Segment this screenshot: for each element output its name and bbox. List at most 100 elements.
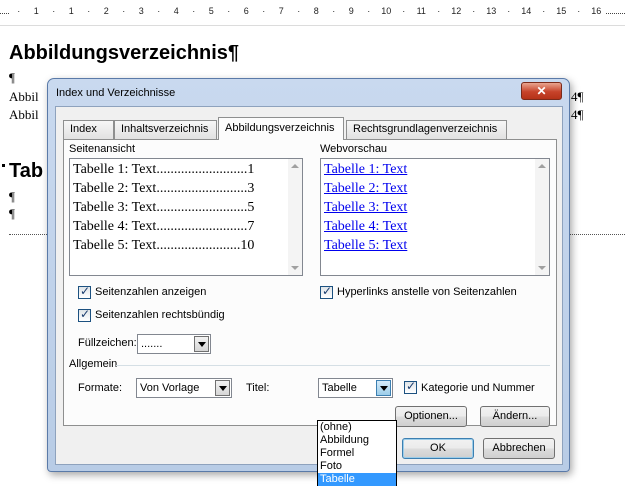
- preview-row-text: Tabelle 5: Text: [73, 238, 157, 253]
- preview-row: Tabelle 2: Text.........................…: [73, 179, 254, 198]
- webvorschau-label: Webvorschau: [320, 143, 388, 155]
- kategorie-nummer-checkbox[interactable]: [404, 379, 417, 394]
- ruler-mark: ·: [80, 6, 98, 16]
- preview-row-dots: ..........................: [156, 200, 248, 215]
- chevron-down-icon[interactable]: [376, 380, 391, 396]
- ruler-mark: 5: [202, 6, 220, 16]
- optionen-button[interactable]: Optionen...: [395, 406, 467, 427]
- paragraph-mark: ¶: [9, 189, 15, 204]
- titel-option[interactable]: Formel: [318, 447, 396, 460]
- ruler-mark: ·: [535, 6, 553, 16]
- allgemein-label: Allgemein: [69, 358, 118, 370]
- tab-index[interactable]: Index: [63, 120, 114, 139]
- fuellzeichen-value: .......: [141, 338, 163, 350]
- horizontal-ruler[interactable]: · 1 · 1 · 2 · 3 · 4 · 5 · 6 · 7 · 8 · 9 · 10 · 11 · 12 · 13 · 14 · 15 · 1…: [0, 0, 625, 26]
- scroll-down-icon[interactable]: [291, 266, 299, 270]
- ruler-mark: 14: [517, 6, 535, 16]
- preview-row-text: Tabelle 2: Text: [73, 181, 157, 196]
- web-preview-list: Tabelle 1: Text Tabelle 2: Text Tabelle 3:…: [324, 160, 407, 255]
- ruler-mark: ·: [465, 6, 483, 16]
- scroll-down-icon[interactable]: [538, 266, 546, 270]
- ruler-mark: 16: [587, 6, 605, 16]
- ruler-mark: ·: [115, 6, 133, 16]
- abbrechen-button[interactable]: Abbrechen: [483, 438, 555, 459]
- preview-row-page: 1: [247, 162, 255, 177]
- ruler-mark: 1: [62, 6, 80, 16]
- tab-inhaltsverzeichnis[interactable]: Inhaltsverzeichnis: [114, 120, 217, 139]
- ruler-mark: 8: [307, 6, 325, 16]
- titel-option[interactable]: Tabelle: [318, 473, 396, 486]
- ok-button[interactable]: OK: [402, 438, 474, 459]
- scroll-up-icon[interactable]: [538, 164, 546, 168]
- preview-row-page: 7: [247, 219, 255, 234]
- hyperlinks-checkbox[interactable]: [320, 284, 333, 299]
- document-heading-2: Tab: [9, 160, 44, 182]
- index-dialog: Index und Verzeichnisse ✕ Index Inhaltsv…: [47, 78, 570, 486]
- preview-row-text: Tabelle 4: Text: [73, 219, 157, 234]
- ruler-mark: ·: [290, 6, 308, 16]
- scroll-up-icon[interactable]: [291, 164, 299, 168]
- preview-row: Tabelle 3: Text.........................…: [73, 198, 254, 217]
- paragraph-mark: ¶: [9, 70, 15, 85]
- aendern-button[interactable]: Ändern...: [480, 406, 550, 427]
- ruler-mark: 2: [97, 6, 115, 16]
- formate-label: Formate:: [78, 382, 123, 394]
- seitenansicht-label: Seitenansicht: [69, 143, 136, 155]
- ruler-mark: ·: [45, 6, 63, 16]
- preview-row-page: 5: [247, 200, 255, 215]
- dialog-titlebar[interactable]: Index und Verzeichnisse ✕: [48, 79, 569, 105]
- document-heading: Abbildungsverzeichnis¶: [9, 42, 240, 64]
- ruler-mark: ·: [500, 6, 518, 16]
- document-toc-page: 4¶: [571, 107, 584, 122]
- formate-select[interactable]: Von Vorlage: [136, 378, 232, 398]
- document-toc-line: Abbil: [9, 89, 39, 104]
- preview-row-text: Tabelle 3: Text: [73, 200, 157, 215]
- kategorie-nummer-label[interactable]: Kategorie und Nummer: [421, 382, 535, 394]
- ruler-mark: ·: [220, 6, 238, 16]
- preview-row-page: 3: [247, 181, 255, 196]
- print-preview-list: Tabelle 1: Text.........................…: [73, 160, 254, 255]
- fuellzeichen-select[interactable]: .......: [137, 334, 211, 354]
- seitenzahlen-anzeigen-label[interactable]: Seitenzahlen anzeigen: [95, 286, 206, 298]
- titel-option[interactable]: Foto: [318, 460, 396, 473]
- preview-row-dots: ..........................: [156, 181, 248, 196]
- dialog-title: Index und Verzeichnisse: [56, 87, 176, 99]
- web-preview-link: Tabelle 4: Text: [324, 219, 408, 234]
- preview-row-dots: ........................: [156, 238, 241, 253]
- ruler-mark: 4: [167, 6, 185, 16]
- preview-row: Tabelle 5: Text........................ 1…: [73, 236, 254, 255]
- web-preview-box: Tabelle 1: Text Tabelle 2: Text Tabelle 3:…: [320, 158, 550, 276]
- dotted-leader: [9, 234, 49, 235]
- tab-rechtsgrundlagenverzeichnis[interactable]: Rechtsgrundlagenverzeichnis: [346, 120, 507, 139]
- chevron-down-icon[interactable]: [215, 380, 230, 396]
- titel-option[interactable]: (ohne): [318, 421, 396, 434]
- chevron-down-icon[interactable]: [194, 336, 209, 352]
- seitenzahlen-rechtsbuendig-label[interactable]: Seitenzahlen rechtsbündig: [95, 309, 225, 321]
- seitenzahlen-anzeigen-checkbox[interactable]: [78, 284, 91, 299]
- hyperlinks-label[interactable]: Hyperlinks anstelle von Seitenzahlen: [337, 286, 517, 298]
- ruler-mark: 10: [377, 6, 395, 16]
- formate-value: Von Vorlage: [140, 382, 200, 394]
- ruler-mark: 11: [412, 6, 430, 16]
- web-preview-link: Tabelle 1: Text: [324, 162, 408, 177]
- tab-abbildungsverzeichnis[interactable]: Abbildungsverzeichnis: [218, 117, 344, 140]
- titel-select[interactable]: Tabelle: [318, 378, 393, 398]
- ruler-mark: 12: [447, 6, 465, 16]
- ruler-mark: ·: [430, 6, 448, 16]
- web-preview-link: Tabelle 2: Text: [324, 181, 408, 196]
- ruler-mark: 9: [342, 6, 360, 16]
- print-preview-box: Tabelle 1: Text.........................…: [69, 158, 303, 276]
- seitenzahlen-rechtsbuendig-checkbox[interactable]: [78, 307, 91, 322]
- titel-label: Titel:: [246, 382, 270, 394]
- ruler-mark: ·: [325, 6, 343, 16]
- print-preview-scrollbar[interactable]: [288, 159, 302, 275]
- titel-option[interactable]: Abbildung: [318, 434, 396, 447]
- ruler-mark: 13: [482, 6, 500, 16]
- dialog-client-area: Index Inhaltsverzeichnis Abbildungsverze…: [55, 106, 563, 486]
- web-preview-scrollbar[interactable]: [535, 159, 549, 275]
- titel-value: Tabelle: [322, 382, 357, 394]
- close-button[interactable]: ✕: [521, 82, 562, 100]
- ruler-mark: 1: [27, 6, 45, 16]
- paragraph-mark: ¶: [9, 206, 15, 221]
- preview-row-dots: ..........................: [156, 219, 248, 234]
